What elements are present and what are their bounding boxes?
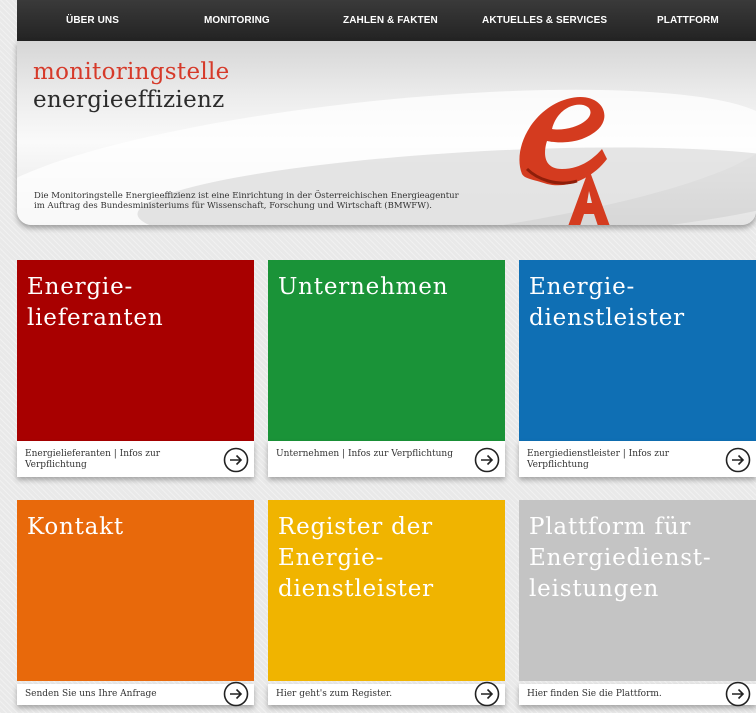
circle-arrow-right-icon[interactable] bbox=[725, 447, 751, 473]
description-line-2: im Auftrag des Bundesministeriums für Wi… bbox=[34, 201, 432, 211]
nav-plattform[interactable]: PLATTFORM bbox=[657, 15, 719, 26]
tile-title: Energie- dienstleister bbox=[529, 274, 685, 331]
infobar-plattform[interactable]: Hier finden Sie die Plattform. bbox=[519, 681, 756, 707]
ea-logo-icon bbox=[519, 97, 610, 225]
infobar-caption: Hier finden Sie die Plattform. bbox=[527, 689, 662, 699]
infobar-caption: Energielieferanten | Infos zur Verpflich… bbox=[25, 449, 161, 470]
tile-unternehmen[interactable]: Unternehmen bbox=[268, 260, 505, 441]
infobar-energielieferanten[interactable]: Energielieferanten | Infos zur Verpflich… bbox=[17, 441, 254, 477]
tile-energiedienstleister[interactable]: Energie- dienstleister bbox=[519, 260, 756, 441]
infobar-energiedienstleister[interactable]: Energiedienstleister | Infos zur Verpfli… bbox=[519, 441, 756, 477]
tile-title: Register der Energie- dienstleister bbox=[278, 514, 434, 602]
tile-kontakt[interactable]: Kontakt bbox=[17, 500, 254, 681]
infobar-caption: Hier geht's zum Register. bbox=[276, 689, 393, 699]
tile-title: Energie- lieferanten bbox=[27, 274, 164, 331]
circle-arrow-right-icon[interactable] bbox=[474, 681, 500, 707]
nav-monitoring[interactable]: MONITORING bbox=[204, 15, 270, 26]
infobar-caption: Energiedienstleister | Infos zur Verpfli… bbox=[527, 449, 670, 470]
header-banner: monitoringstelle energieeffizienz Die Mo… bbox=[17, 41, 756, 225]
circle-arrow-right-icon[interactable] bbox=[223, 681, 249, 707]
infobar-caption: Senden Sie uns Ihre Anfrage bbox=[25, 689, 157, 699]
tile-plattform[interactable]: Plattform für Energiedienst- leistungen bbox=[519, 500, 756, 681]
tile-register[interactable]: Register der Energie- dienstleister bbox=[268, 500, 505, 681]
tile-energielieferanten[interactable]: Energie- lieferanten bbox=[17, 260, 254, 441]
tile-title: Plattform für Energiedienst- leistungen bbox=[529, 514, 712, 602]
circle-arrow-right-icon[interactable] bbox=[223, 447, 249, 473]
nav-aktuelles-services[interactable]: AKTUELLES & SERVICES bbox=[482, 15, 607, 26]
brand-name-line1[interactable]: monitoringstelle bbox=[33, 59, 230, 85]
infobar-caption: Unternehmen | Infos zur Verpflichtung bbox=[276, 449, 453, 459]
description-line-1: Die Monitoringstelle Energieeffizienz is… bbox=[34, 191, 459, 201]
nav-ueber-uns[interactable]: ÜBER UNS bbox=[66, 15, 119, 26]
circle-arrow-right-icon[interactable] bbox=[474, 447, 500, 473]
brand-name-line2[interactable]: energieeffizienz bbox=[33, 87, 225, 113]
circle-arrow-right-icon[interactable] bbox=[725, 681, 751, 707]
infobar-kontakt[interactable]: Senden Sie uns Ihre Anfrage bbox=[17, 681, 254, 707]
tile-title: Unternehmen bbox=[278, 274, 449, 300]
nav-zahlen-fakten[interactable]: ZAHLEN & FAKTEN bbox=[343, 15, 438, 26]
infobar-register[interactable]: Hier geht's zum Register. bbox=[268, 681, 505, 707]
banner-description: Die Monitoringstelle Energieeffizienz is… bbox=[34, 191, 459, 211]
top-navigation: ÜBER UNS MONITORING ZAHLEN & FAKTEN AKTU… bbox=[17, 0, 756, 41]
tile-title: Kontakt bbox=[27, 514, 124, 540]
infobar-unternehmen[interactable]: Unternehmen | Infos zur Verpflichtung bbox=[268, 441, 505, 477]
